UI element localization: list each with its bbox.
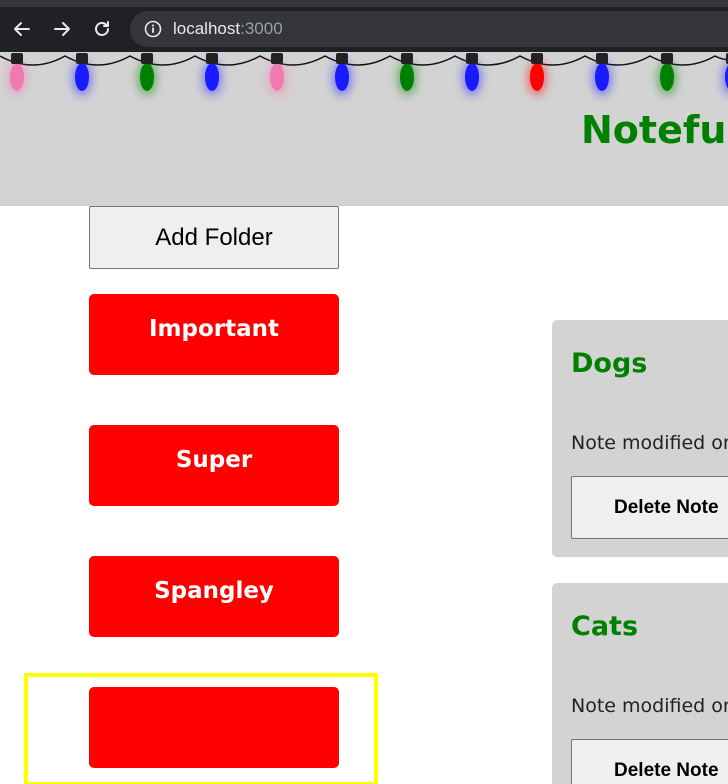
forward-button[interactable] xyxy=(47,14,77,44)
note-modified-dogs: Note modified on xyxy=(571,432,728,454)
site-title[interactable]: Noteful xyxy=(581,108,728,152)
folder-super[interactable]: Super xyxy=(89,425,339,506)
note-card-dogs: Dogs Note modified on Delete Note xyxy=(552,320,728,557)
arrow-left-icon xyxy=(14,22,30,36)
address-bar[interactable]: localhost:3000 xyxy=(130,11,728,47)
folder-spangley[interactable]: Spangley xyxy=(89,556,339,637)
light-bulb xyxy=(138,53,156,95)
note-title-cats[interactable]: Cats xyxy=(571,611,638,642)
light-bulb xyxy=(203,53,221,95)
url-host: localhost xyxy=(173,19,241,38)
light-bulb xyxy=(593,53,611,95)
light-bulb xyxy=(398,53,416,95)
delete-note-button-dogs[interactable]: Delete Note xyxy=(571,476,728,539)
note-modified-cats: Note modified on xyxy=(571,695,728,717)
light-bulb xyxy=(268,53,286,95)
light-bulb xyxy=(463,53,481,95)
browser-toolbar: localhost:3000 xyxy=(0,0,728,52)
light-bulb xyxy=(658,53,676,95)
site-header: Noteful xyxy=(0,52,728,206)
add-folder-button[interactable]: Add Folder xyxy=(89,206,339,269)
info-icon[interactable] xyxy=(144,20,162,38)
light-bulb xyxy=(333,53,351,95)
reload-icon xyxy=(95,21,109,36)
folder-selected[interactable] xyxy=(89,687,339,768)
note-title-dogs[interactable]: Dogs xyxy=(571,348,647,379)
delete-note-button-cats[interactable]: Delete Note xyxy=(571,739,728,784)
url-port: :3000 xyxy=(240,19,283,38)
back-button[interactable] xyxy=(7,14,37,44)
light-bulb xyxy=(528,53,546,95)
reload-button[interactable] xyxy=(87,14,117,44)
light-bulb xyxy=(73,53,91,95)
note-card-cats: Cats Note modified on Delete Note xyxy=(552,583,728,784)
folder-important[interactable]: Important xyxy=(89,294,339,375)
christmas-lights xyxy=(0,53,728,95)
arrow-right-icon xyxy=(54,22,70,36)
light-bulb xyxy=(8,53,26,95)
